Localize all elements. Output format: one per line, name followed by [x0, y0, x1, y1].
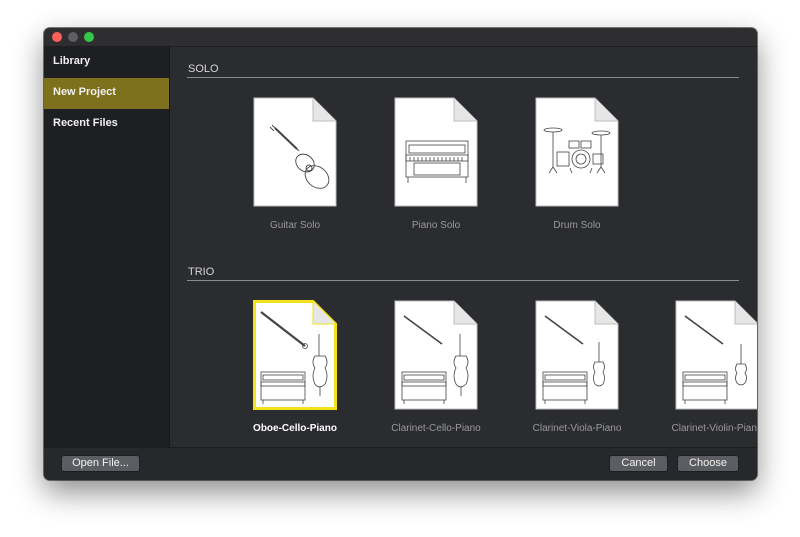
- template-label: Clarinet-Cello-Piano: [391, 423, 481, 434]
- close-window-button[interactable]: [52, 32, 62, 42]
- choose-button[interactable]: Choose: [678, 456, 738, 471]
- section-title-solo: SOLO: [188, 63, 219, 75]
- template-label: Drum Solo: [553, 220, 601, 231]
- oboe-cello-piano-icon: [253, 300, 337, 410]
- template-label: Piano Solo: [411, 220, 461, 231]
- new-project-window: Library New Project Recent Files SOLO Gu…: [44, 28, 757, 480]
- minimize-window-button[interactable]: [68, 32, 78, 42]
- section-title-trio: TRIO: [188, 266, 215, 278]
- title-bar[interactable]: [44, 28, 757, 47]
- sidebar-item-recent-files[interactable]: Recent Files: [44, 109, 169, 140]
- clarinet-violin-piano-icon: [675, 300, 757, 410]
- open-file-button[interactable]: Open File...: [62, 456, 139, 471]
- drum-kit-icon: [535, 97, 619, 207]
- footer-bar: Open File... Cancel Choose: [44, 447, 757, 480]
- guitar-icon: [253, 97, 337, 207]
- zoom-window-button[interactable]: [84, 32, 94, 42]
- sidebar: Library New Project Recent Files: [44, 47, 170, 447]
- template-label: Clarinet-Viola-Piano: [532, 423, 622, 434]
- section-divider: [187, 280, 739, 281]
- clarinet-viola-piano-icon: [535, 300, 619, 410]
- template-label: Clarinet-Violin-Piano: [671, 423, 758, 434]
- sidebar-item-new-project[interactable]: New Project: [44, 78, 169, 109]
- template-label: Oboe-Cello-Piano: [253, 423, 337, 434]
- template-gallery: SOLO Guitar Solo Piano Solo Drum Solo TR…: [170, 47, 757, 447]
- section-divider: [187, 77, 739, 78]
- cancel-button[interactable]: Cancel: [610, 456, 667, 471]
- sidebar-item-library[interactable]: Library: [44, 47, 169, 78]
- clarinet-cello-piano-icon: [394, 300, 478, 410]
- piano-icon: [394, 97, 478, 207]
- template-label: Guitar Solo: [269, 220, 321, 231]
